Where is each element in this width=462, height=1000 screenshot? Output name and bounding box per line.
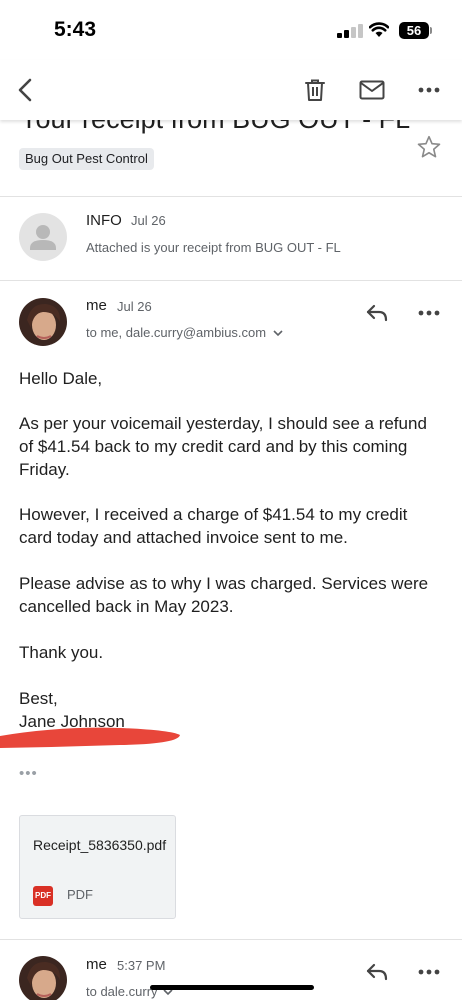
- divider: [0, 280, 462, 281]
- star-icon[interactable]: [416, 134, 442, 160]
- email-paragraph: Please advise as to why I was charged. S…: [19, 574, 429, 616]
- attachment-name: Receipt_5836350.pdf: [33, 837, 167, 853]
- home-indicator[interactable]: [150, 985, 314, 990]
- avatar: [19, 956, 67, 1000]
- pdf-icon: PDF: [33, 886, 53, 906]
- reply-icon: [366, 304, 388, 322]
- attachment-type: PDF: [67, 887, 93, 902]
- profile-photo: [19, 298, 67, 346]
- reply-button[interactable]: [362, 298, 392, 328]
- envelope-icon: [359, 80, 385, 100]
- profile-photo: [19, 956, 67, 1000]
- divider: [0, 939, 462, 940]
- message-date: 5:37 PM: [117, 958, 166, 973]
- chevron-down-icon: [273, 329, 283, 336]
- redaction-mark: [0, 727, 180, 748]
- message-date: Jul 26: [131, 213, 166, 228]
- label-chip[interactable]: Bug Out Pest Control: [19, 148, 154, 170]
- trash-icon: [305, 79, 325, 101]
- delete-button[interactable]: [299, 74, 331, 106]
- cellular-signal-icon: [337, 24, 363, 38]
- email-paragraph: However, I received a charge of $41.54 t…: [19, 505, 408, 547]
- mark-unread-button[interactable]: [356, 74, 388, 106]
- message-date: Jul 26: [117, 299, 152, 314]
- more-horizontal-icon: [418, 310, 440, 316]
- back-button[interactable]: [10, 74, 42, 106]
- reply-icon: [366, 963, 388, 981]
- email-signoff: Best,: [19, 689, 58, 708]
- recipients: to dale.curry: [86, 984, 158, 999]
- status-bar: 5:43 56: [0, 0, 462, 60]
- message-more-button[interactable]: [414, 957, 444, 987]
- battery-indicator: 56: [399, 22, 429, 39]
- message-more-button[interactable]: [414, 298, 444, 328]
- person-icon: [30, 225, 56, 250]
- battery-tip: [430, 27, 432, 34]
- attachment-card[interactable]: Receipt_5836350.pdf PDF PDF: [19, 815, 176, 919]
- recipients: to me, dale.curry@ambius.com: [86, 325, 267, 340]
- back-arrow-icon: [18, 78, 32, 102]
- more-options-button[interactable]: [413, 74, 445, 106]
- email-paragraph: As per your voicemail yesterday, I shoul…: [19, 414, 427, 479]
- status-time: 5:43: [54, 18, 97, 41]
- more-horizontal-icon: [418, 87, 440, 93]
- email-toolbar: [0, 60, 462, 120]
- message-snippet: Attached is your receipt from BUG OUT - …: [86, 240, 341, 255]
- email-thanks: Thank you.: [19, 643, 104, 662]
- show-trimmed-content[interactable]: •••: [19, 765, 38, 782]
- avatar: [19, 213, 67, 261]
- more-horizontal-icon: [418, 969, 440, 975]
- avatar: [19, 298, 67, 346]
- sender-name: INFO: [86, 212, 122, 229]
- sender-name: me: [86, 297, 107, 314]
- email-greeting: Hello Dale,: [19, 369, 103, 388]
- divider: [0, 196, 462, 197]
- recipients-toggle[interactable]: to me, dale.curry@ambius.com: [86, 325, 284, 340]
- reply-button[interactable]: [362, 957, 392, 987]
- wifi-icon: [369, 22, 389, 37]
- sender-name: me: [86, 956, 107, 973]
